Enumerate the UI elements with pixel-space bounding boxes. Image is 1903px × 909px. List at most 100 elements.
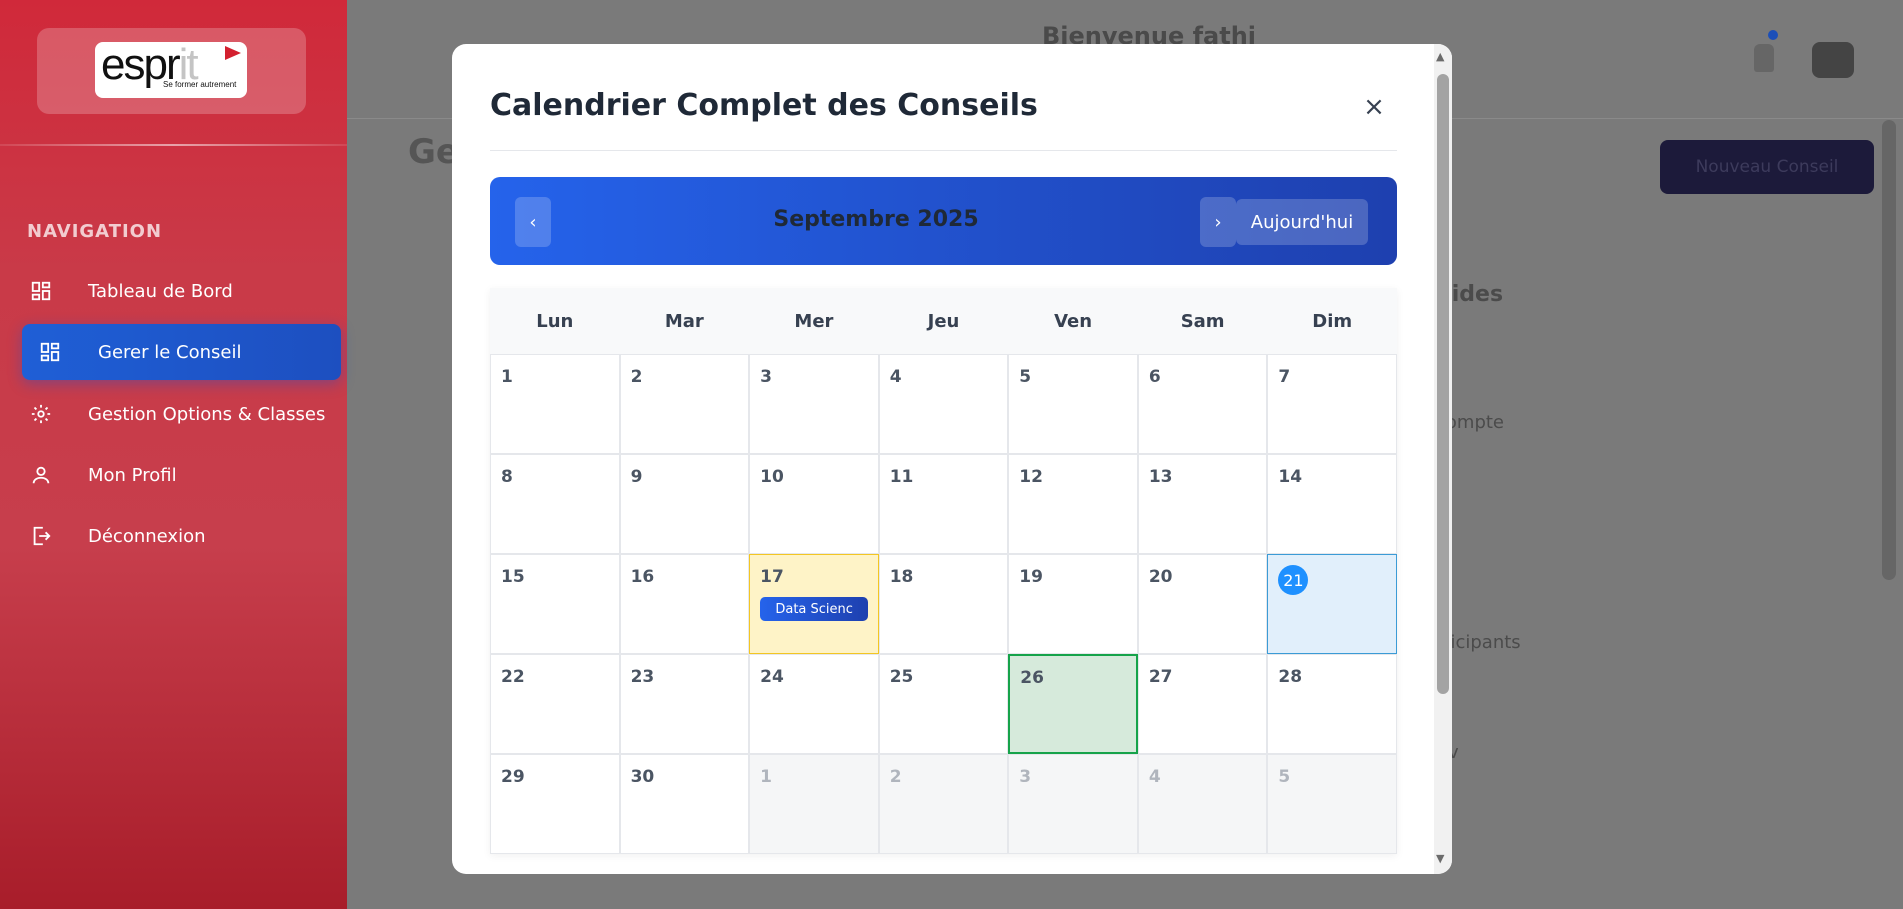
day-number: 26 — [1020, 668, 1044, 688]
calendar-day-cell[interactable]: 20 — [1137, 554, 1268, 654]
calendar-day-cell[interactable]: 8 — [490, 454, 620, 554]
sidebar-item-label: Gestion Options & Classes — [88, 403, 326, 425]
esprit-logo: esprit Se former autrement — [95, 40, 247, 98]
bell-icon[interactable] — [1754, 44, 1774, 72]
sidebar-item-label: Mon Profil — [88, 464, 177, 486]
sidebar-item-gestion-options[interactable]: Gestion Options & Classes — [22, 386, 341, 442]
calendar-day-cell[interactable]: 1 — [490, 354, 620, 454]
day-number: 25 — [889, 667, 914, 687]
weekday-label: Mar — [664, 310, 704, 332]
calendar-day-cell[interactable]: 5 — [1267, 754, 1397, 854]
calendar-week-row: 29 30 1 2 3 4 5 — [490, 754, 1397, 854]
day-number: 16 — [630, 567, 655, 587]
calendar-day-cell[interactable]: 12 — [1008, 454, 1138, 554]
day-number: 2 — [630, 367, 643, 387]
logout-icon — [27, 522, 55, 550]
calendar-week-row: 22 23 24 25 26 27 28 — [490, 654, 1397, 754]
day-number: 5 — [1019, 367, 1032, 387]
calendar-day-cell[interactable]: 7 — [1267, 354, 1397, 454]
sidebar-item-label: Déconnexion — [88, 525, 206, 547]
sidebar-item-gerer-le-conseil[interactable]: Gerer le Conseil — [22, 324, 341, 380]
day-number: 11 — [889, 467, 914, 487]
calendar-day-cell[interactable]: 4 — [878, 354, 1009, 454]
gear-icon — [27, 400, 55, 428]
avatar[interactable] — [1812, 42, 1854, 78]
next-month-button[interactable]: › — [1200, 197, 1236, 247]
day-number: 18 — [889, 567, 914, 587]
calendar-day-cell[interactable]: 16 — [619, 554, 750, 654]
calendar-day-cell[interactable]: 2 — [619, 354, 750, 454]
day-number: 27 — [1148, 667, 1173, 687]
user-icon — [27, 461, 55, 489]
calendar-day-cell[interactable]: 2 — [878, 754, 1009, 854]
new-conseil-button[interactable]: Nouveau Conseil — [1660, 140, 1874, 194]
calendar-weeks: 1 2 3 4 5 6 7 8 9 10 11 12 13 14 15 16 17 Data Scienc 18 19… — [490, 354, 1397, 854]
scroll-down-icon[interactable]: ▼ — [1436, 852, 1444, 865]
sidebar: esprit Se former autrement NAVIGATION Ta… — [0, 0, 347, 909]
calendar-day-cell[interactable]: 15 — [490, 554, 620, 654]
page-scrollbar[interactable] — [1882, 120, 1896, 580]
weekday-label: Sam — [1180, 310, 1225, 332]
sidebar-item-deconnexion[interactable]: Déconnexion — [22, 508, 341, 564]
calendar-day-cell[interactable]: 9 — [619, 454, 750, 554]
nav-section-title: NAVIGATION — [27, 221, 163, 242]
calendar-day-cell[interactable]: 18 — [878, 554, 1009, 654]
modal-divider — [490, 150, 1397, 151]
close-button[interactable]: × — [1359, 92, 1389, 122]
calendar-week-row: 8 9 10 11 12 13 14 — [490, 454, 1397, 554]
calendar-day-cell[interactable]: 13 — [1137, 454, 1268, 554]
calendar-day-cell[interactable]: 6 — [1137, 354, 1268, 454]
calendar-modal: Calendrier Complet des Conseils × ‹ Sept… — [452, 44, 1452, 874]
calendar-day-cell[interactable]: 3 — [749, 354, 879, 454]
sidebar-item-label: Tableau de Bord — [88, 280, 233, 302]
weekday-header: Lun Mar Mer Jeu Ven Sam Dim — [490, 288, 1397, 354]
calendar-week-row: 15 16 17 Data Scienc 18 19 20 21 — [490, 554, 1397, 654]
sidebar-item-mon-profil[interactable]: Mon Profil — [22, 447, 341, 503]
calendar-day-cell[interactable]: 27 — [1137, 654, 1268, 754]
weekday-label: Mer — [794, 310, 834, 332]
calendar-day-cell[interactable]: 30 — [619, 754, 750, 854]
weekday-label: Dim — [1312, 310, 1353, 332]
calendar-day-cell[interactable]: 10 — [749, 454, 879, 554]
day-number: 28 — [1278, 667, 1303, 687]
day-number: 3 — [1019, 767, 1032, 787]
calendar-day-cell[interactable]: 4 — [1137, 754, 1268, 854]
day-number: 30 — [630, 767, 655, 787]
modal-title: Calendrier Complet des Conseils — [490, 88, 1038, 123]
day-number: 5 — [1278, 767, 1291, 787]
sidebar-item-tableau-de-bord[interactable]: Tableau de Bord — [22, 263, 341, 319]
weekday-label: Lun — [536, 310, 574, 332]
day-number: 19 — [1019, 567, 1043, 587]
event-chip[interactable]: Data Scienc — [760, 597, 869, 621]
calendar-day-cell[interactable]: 3 — [1008, 754, 1138, 854]
calendar-day-cell[interactable]: 5 — [1008, 354, 1138, 454]
calendar-day-cell[interactable]: 11 — [878, 454, 1009, 554]
calendar-day-cell[interactable]: 28 — [1267, 654, 1397, 754]
day-number: 17 — [760, 567, 784, 587]
calendar-day-cell[interactable]: 26 — [1008, 654, 1138, 754]
calendar-day-cell[interactable]: 25 — [878, 654, 1009, 754]
day-number: 20 — [1148, 567, 1173, 587]
sidebar-divider — [0, 144, 347, 146]
today-button[interactable]: Aujourd'hui — [1236, 199, 1368, 245]
calendar-day-cell[interactable]: 17 Data Scienc — [749, 554, 879, 654]
day-number: 1 — [501, 367, 513, 387]
calendar-day-cell[interactable]: 24 — [749, 654, 879, 754]
calendar-week-row: 1 2 3 4 5 6 7 — [490, 354, 1397, 454]
weekday-label: Ven — [1054, 310, 1093, 332]
calendar-day-cell[interactable]: 1 — [749, 754, 879, 854]
month-label: Septembre 2025 — [773, 207, 979, 232]
scroll-up-icon[interactable]: ▲ — [1436, 50, 1444, 63]
calendar-day-cell[interactable]: 19 — [1008, 554, 1138, 654]
day-number: 3 — [760, 367, 772, 387]
day-number: 6 — [1148, 367, 1161, 387]
modal-scrollbar-thumb[interactable] — [1437, 74, 1449, 694]
day-number: 9 — [630, 467, 643, 487]
calendar-day-cell[interactable]: 22 — [490, 654, 620, 754]
day-number: 23 — [630, 667, 655, 687]
calendar-day-cell[interactable]: 23 — [619, 654, 750, 754]
calendar-day-cell[interactable]: 29 — [490, 754, 620, 854]
calendar-day-cell[interactable]: 21 — [1267, 554, 1397, 654]
day-number: 24 — [760, 667, 784, 687]
calendar-day-cell[interactable]: 14 — [1267, 454, 1397, 554]
